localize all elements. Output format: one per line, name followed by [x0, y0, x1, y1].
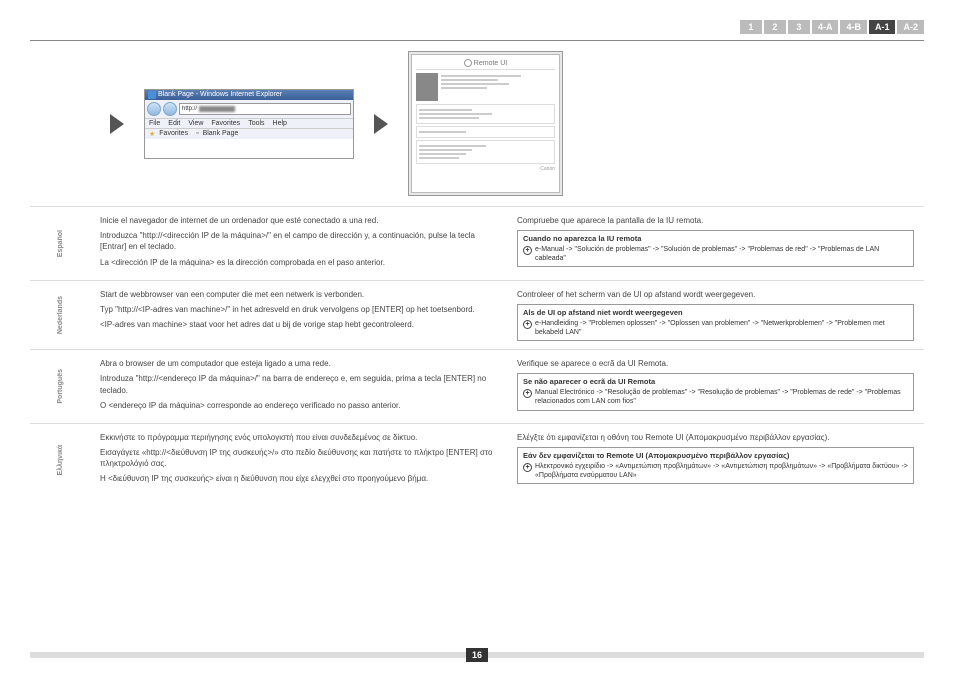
lang-label: Nederlands	[57, 296, 64, 334]
divider	[30, 40, 924, 41]
note-title: Cuando no aparezca la IU remota	[523, 234, 908, 243]
instruction-text: Introduzca "http://<dirección IP de la m…	[100, 230, 497, 252]
menu-edit: Edit	[168, 120, 180, 127]
page-number: 16	[466, 648, 488, 662]
lang-label: Español	[57, 230, 64, 257]
instruction-text: <IP-adres van machine> staat voor het ad…	[100, 319, 497, 330]
note-box: Se não aparecer o ecrã da UI Remota +Manu…	[517, 373, 914, 410]
plus-icon: +	[523, 463, 532, 472]
menu-file: File	[149, 120, 160, 127]
note-title: Se não aparecer o ecrã da UI Remota	[523, 377, 908, 386]
check-text: Verifique se aparece o ecrã da UI Remota…	[517, 358, 914, 369]
check-text: Controleer of het scherm van de UI op af…	[517, 289, 914, 300]
instruction-text: Εκκινήστε το πρόγραμμα περιήγησης ενός υ…	[100, 432, 497, 443]
step-tabs: 1234-A4-BA-1A-2	[30, 20, 924, 34]
ie-icon	[148, 91, 156, 99]
lang-label: Ελληνικά	[57, 445, 64, 476]
tab-2[interactable]: 2	[764, 20, 786, 34]
note-box: Εάν δεν εμφανίζεται το Remote UI (Απομακ…	[517, 447, 914, 484]
remote-ui-mock: Remote UI Canon	[408, 51, 563, 196]
instruction-text: Start de webbrowser van een computer die…	[100, 289, 497, 300]
instruction-text: Abra o browser de um computador que este…	[100, 358, 497, 369]
lang-row: Ελληνικά Εκκινήστε το πρόγραμμα περιήγηση…	[30, 423, 924, 497]
tab-A-2[interactable]: A-2	[897, 20, 924, 34]
image-row: Blank Page - Windows Internet Explorer h…	[110, 51, 924, 196]
menu-tools: Tools	[248, 120, 264, 127]
footer: 16	[30, 648, 924, 662]
menu-view: View	[188, 120, 203, 127]
star-icon: ★	[149, 130, 155, 138]
instruction-text: Η <διεύθυνση IP της συσκευής> είναι η δι…	[100, 473, 497, 484]
tab-4-B[interactable]: 4-B	[840, 20, 867, 34]
tab-3[interactable]: 3	[788, 20, 810, 34]
tab-4-A[interactable]: 4-A	[812, 20, 839, 34]
url-bar: http://	[179, 103, 351, 115]
instruction-text: Εισαγάγετε «http://<διεύθυνση IP της συσ…	[100, 447, 497, 469]
check-text: Compruebe que aparece la pantalla de la …	[517, 215, 914, 226]
lang-label: Português	[57, 369, 64, 404]
note-box: Als de UI op afstand niet wordt weergege…	[517, 304, 914, 341]
arrow-icon	[374, 114, 388, 134]
check-text: Ελέγξτε ότι εμφανίζεται η οθόνη του Remo…	[517, 432, 914, 443]
plus-icon: +	[523, 320, 532, 329]
lang-row: Nederlands Start de webbrowser van een co…	[30, 280, 924, 349]
back-button	[147, 102, 161, 116]
plus-icon: +	[523, 246, 532, 255]
instruction-text: Inicie el navegador de internet de un or…	[100, 215, 497, 226]
arrow-icon	[110, 114, 124, 134]
instruction-text: O <endereço IP da máquina> corresponde a…	[100, 400, 497, 411]
browser-mock: Blank Page - Windows Internet Explorer h…	[144, 89, 354, 159]
gear-icon	[464, 59, 472, 67]
note-body: +e-Manual -> "Solución de problemas" -> …	[523, 245, 908, 263]
browser-title: Blank Page - Windows Internet Explorer	[158, 91, 282, 98]
tab-1[interactable]: 1	[740, 20, 762, 34]
note-body: +Ηλεκτρονικό εγχειρίδιο -> «Αντιμετώπιση…	[523, 462, 908, 480]
tab-A-1[interactable]: A-1	[869, 20, 896, 34]
lang-row: Español Inicie el navegador de internet d…	[30, 206, 924, 280]
menu-favorites: Favorites	[211, 120, 240, 127]
fwd-button	[163, 102, 177, 116]
menu-help: Help	[273, 120, 287, 127]
note-body: +Manual Electrónico -> "Resolução de pro…	[523, 388, 908, 406]
plus-icon: +	[523, 389, 532, 398]
note-body: +e-Handleiding -> "Problemen oplossen" -…	[523, 319, 908, 337]
browser-menu: File Edit View Favorites Tools Help	[145, 119, 353, 129]
instruction-text: Introduza "http://<endereço IP da máquin…	[100, 373, 497, 395]
note-title: Als de UI op afstand niet wordt weergege…	[523, 308, 908, 317]
note-box: Cuando no aparezca la IU remota +e-Manual…	[517, 230, 914, 267]
note-title: Εάν δεν εμφανίζεται το Remote UI (Απομακ…	[523, 451, 908, 460]
instruction-text: La <dirección IP de la máquina> es la di…	[100, 257, 497, 268]
lang-row: Português Abra o browser de um computador…	[30, 349, 924, 423]
instruction-text: Typ "http://<IP-adres van machine>/" in …	[100, 304, 497, 315]
